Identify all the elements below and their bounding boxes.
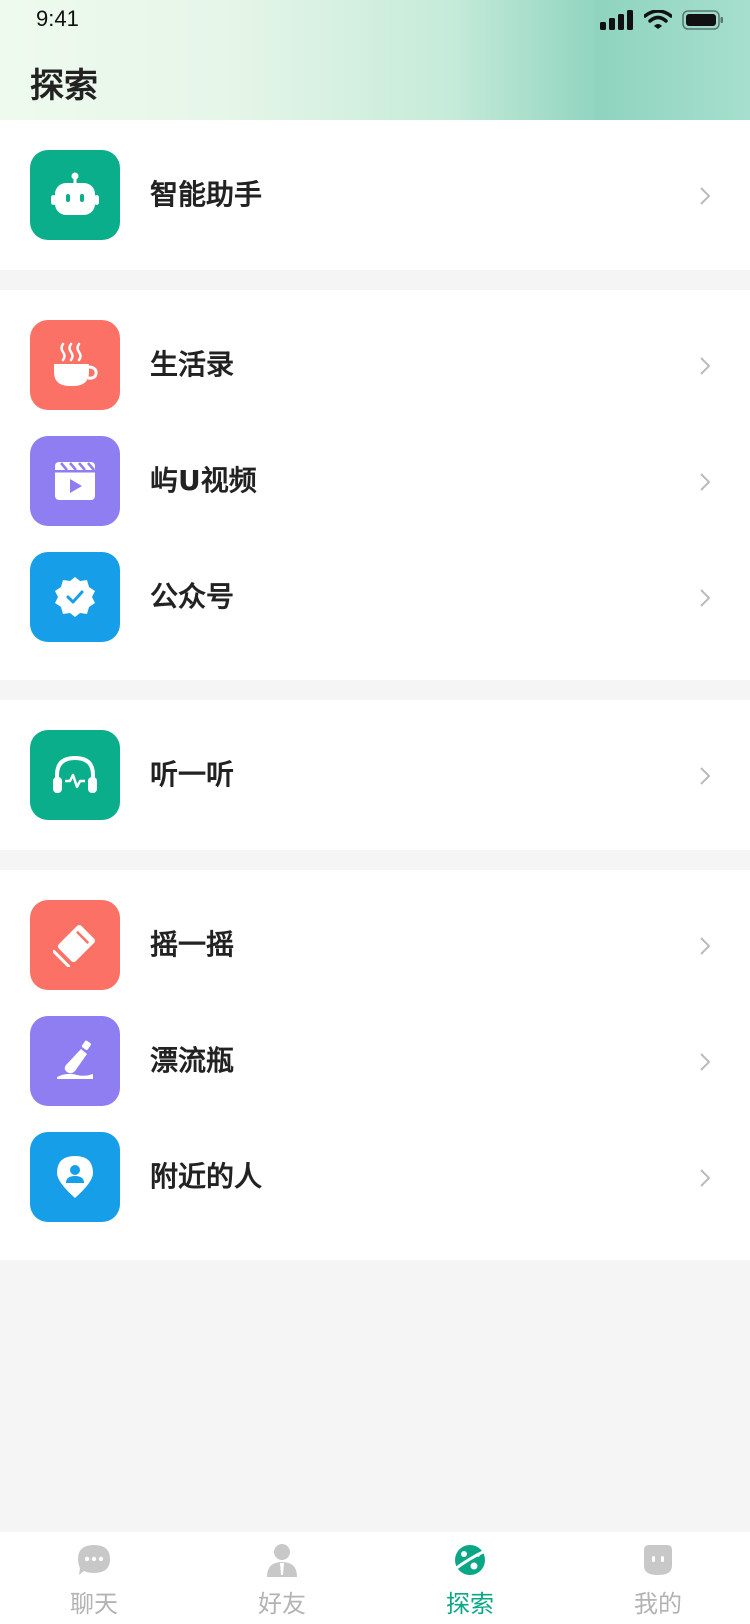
- group-assistant: 智能助手: [0, 120, 750, 270]
- chevron-right-icon: [700, 187, 711, 205]
- signal-icon: [600, 10, 633, 30]
- chevron-right-icon: [700, 767, 711, 785]
- tab-label: 好友: [258, 1590, 306, 1618]
- status-time: 9:41: [36, 6, 79, 31]
- tab-label: 聊天: [70, 1590, 118, 1618]
- profile-face-icon: [644, 1545, 672, 1575]
- list-item-life-record[interactable]: 生活录: [0, 290, 750, 410]
- list-item-drift-bottle[interactable]: 漂流瓶: [0, 986, 750, 1106]
- chevron-right-icon: [700, 1169, 711, 1187]
- tab-label: 我的: [634, 1590, 682, 1618]
- list-item-label: 公众号: [150, 580, 235, 613]
- coffee-cup-icon: [30, 320, 120, 410]
- list-item-label: 生活录: [150, 348, 235, 381]
- chevron-right-icon: [700, 589, 711, 607]
- status-bar: 9:41: [0, 0, 750, 44]
- wifi-icon: [644, 10, 672, 29]
- list-item-yu-video[interactable]: 屿U视频: [0, 406, 750, 526]
- explore-planet-icon: [454, 1545, 486, 1575]
- video-clapper-icon: [30, 436, 120, 526]
- list-item-shake[interactable]: 摇一摇: [0, 870, 750, 990]
- list-item-label: 漂流瓶: [150, 1044, 235, 1077]
- location-person-icon: [30, 1132, 120, 1222]
- chevron-right-icon: [700, 473, 711, 491]
- list-item-official-account[interactable]: 公众号: [0, 522, 750, 642]
- chevron-right-icon: [700, 937, 711, 955]
- chevron-right-icon: [700, 357, 711, 375]
- group-content: 生活录 屿U视频 公众号: [0, 290, 750, 680]
- drift-bottle-icon: [30, 1016, 120, 1106]
- tab-explore[interactable]: 探索: [376, 1532, 564, 1624]
- battery-icon: [682, 10, 723, 30]
- tab-me[interactable]: 我的: [564, 1532, 750, 1624]
- tab-bar: 聊天 好友 探索 我的: [0, 1532, 750, 1624]
- list-item-label: 附近的人: [150, 1160, 263, 1193]
- list-item-label: 屿U视频: [150, 464, 257, 497]
- robot-icon: [30, 150, 120, 240]
- group-audio: 听一听: [0, 700, 750, 850]
- tab-friends[interactable]: 好友: [188, 1532, 376, 1624]
- chevron-right-icon: [700, 1053, 711, 1071]
- list-item-label: 智能助手: [150, 178, 263, 211]
- list-item-nearby-people[interactable]: 附近的人: [0, 1102, 750, 1222]
- headphones-icon: [30, 730, 120, 820]
- group-social: 摇一摇 漂流瓶 附近的人: [0, 870, 750, 1260]
- shake-phone-icon: [30, 900, 120, 990]
- status-icons: [600, 10, 724, 30]
- verified-badge-icon: [30, 552, 120, 642]
- tab-chat[interactable]: 聊天: [0, 1532, 188, 1624]
- header: 9:41 探索: [0, 0, 750, 120]
- list-item-listen[interactable]: 听一听: [0, 700, 750, 820]
- tab-label: 探索: [446, 1590, 494, 1618]
- list-item-smart-assistant[interactable]: 智能助手: [0, 120, 750, 240]
- friends-icon: [267, 1544, 297, 1577]
- chat-bubble-icon: [78, 1545, 110, 1575]
- page-title: 探索: [30, 66, 98, 106]
- list-item-label: 摇一摇: [150, 928, 235, 961]
- list-item-label: 听一听: [150, 758, 235, 791]
